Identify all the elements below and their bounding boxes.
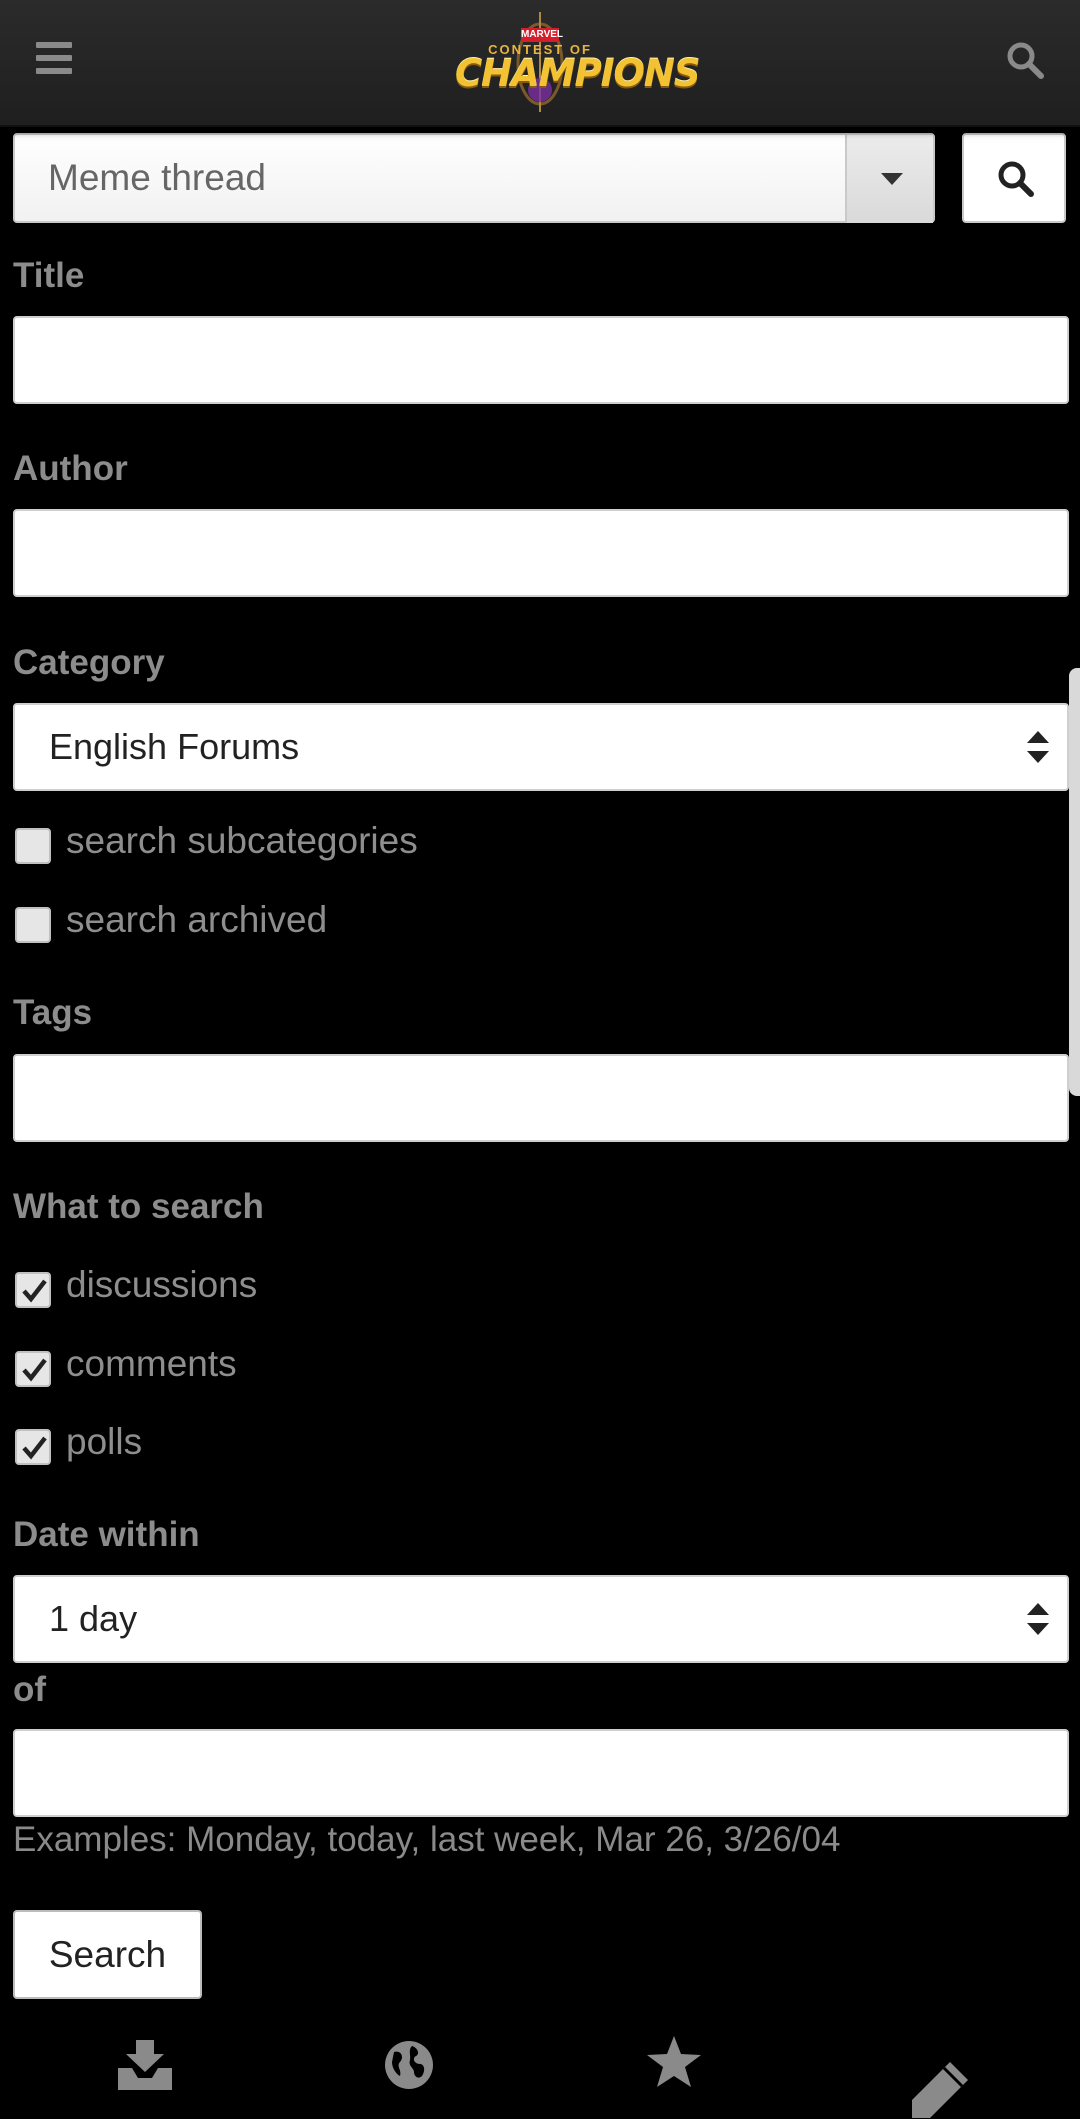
checkmark-icon	[22, 1279, 47, 1303]
top-bar: MARVEL CONTEST OF CHAMPIONS	[0, 0, 1080, 127]
logo-line2: CHAMPIONS	[455, 52, 701, 95]
checkmark-icon	[22, 1436, 47, 1460]
quick-search-combobox[interactable]: Meme thread	[13, 133, 935, 223]
tags-field[interactable]	[13, 1054, 1069, 1142]
search-archived-checkbox[interactable]	[15, 907, 51, 943]
checkmark-icon	[22, 1358, 47, 1382]
search-subcategories-label[interactable]: search subcategories	[66, 820, 418, 862]
contest-of-champions-logo[interactable]: MARVEL CONTEST OF CHAMPIONS	[455, 8, 701, 118]
pencil-icon[interactable]	[910, 2060, 970, 2119]
category-label: Category	[13, 643, 165, 682]
hamburger-icon[interactable]	[36, 42, 72, 74]
discussions-checkbox[interactable]	[15, 1272, 51, 1308]
what-to-search-label: What to search	[13, 1187, 264, 1226]
author-field[interactable]	[13, 509, 1069, 597]
comments-checkbox[interactable]	[15, 1351, 51, 1387]
search-icon	[998, 161, 1034, 197]
select-arrows-icon	[1027, 1603, 1049, 1635]
quick-search-value[interactable]: Meme thread	[48, 135, 266, 221]
star-icon[interactable]	[647, 2036, 701, 2088]
scrollbar-thumb[interactable]	[1069, 668, 1080, 1096]
caret-down-icon	[881, 173, 903, 185]
search-submit-button[interactable]: Search	[13, 1910, 202, 1999]
tags-label: Tags	[13, 993, 93, 1032]
of-label: of	[13, 1670, 47, 1709]
discussions-label[interactable]: discussions	[66, 1264, 257, 1306]
search-icon[interactable]	[1005, 40, 1045, 80]
select-arrows-icon	[1027, 731, 1049, 763]
of-date-input[interactable]	[47, 1731, 1035, 1815]
date-within-label: Date within	[13, 1515, 200, 1554]
date-within-select[interactable]: 1 day	[13, 1575, 1069, 1663]
title-field[interactable]	[13, 316, 1069, 404]
date-examples-hint: Examples: Monday, today, last week, Mar …	[13, 1820, 841, 1859]
search-archived-label[interactable]: search archived	[66, 899, 327, 941]
title-label: Title	[13, 256, 85, 295]
quick-search-button[interactable]	[962, 133, 1066, 223]
polls-label[interactable]: polls	[66, 1421, 142, 1463]
category-select[interactable]: English Forums	[13, 703, 1069, 791]
polls-checkbox[interactable]	[15, 1429, 51, 1465]
title-input[interactable]	[47, 318, 1035, 402]
search-subcategories-checkbox[interactable]	[15, 828, 51, 864]
globe-icon[interactable]	[384, 2040, 434, 2090]
author-label: Author	[13, 449, 128, 488]
category-selected-value: English Forums	[49, 726, 300, 767]
logo-brand: MARVEL	[521, 28, 564, 42]
comments-label[interactable]: comments	[66, 1343, 237, 1385]
date-within-selected-value: 1 day	[49, 1598, 138, 1639]
tags-input[interactable]	[47, 1056, 1035, 1140]
of-date-field[interactable]	[13, 1729, 1069, 1817]
inbox-download-icon[interactable]	[118, 2040, 172, 2090]
author-input[interactable]	[47, 511, 1035, 595]
quick-search-dropdown-button[interactable]	[845, 135, 933, 223]
